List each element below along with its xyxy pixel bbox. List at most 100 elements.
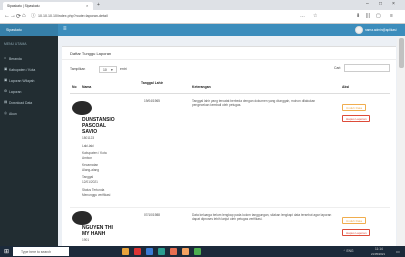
- reload-icon[interactable]: ⟳: [16, 13, 21, 20]
- download-icon: ▤: [4, 100, 8, 104]
- header-divider: [70, 93, 390, 94]
- folder-icon: ▣: [4, 78, 8, 82]
- sidebar-item-akun[interactable]: ◎ Akun: [0, 109, 58, 118]
- user-icon: ◎: [4, 111, 8, 115]
- close-window-icon[interactable]: ×: [392, 1, 395, 7]
- sidebar: MENU UTAMA ⌂ Beranda ▣ Kabupaten / Kota …: [0, 36, 58, 246]
- firefox-icon[interactable]: [170, 248, 177, 255]
- browser-tab[interactable]: Sipaskatu | Sipaskatu ×: [3, 2, 93, 10]
- explorer-icon[interactable]: [182, 248, 189, 255]
- library-icon[interactable]: |||: [366, 13, 370, 19]
- column-header-name[interactable]: Nama: [82, 85, 91, 89]
- taskbar-search[interactable]: Type here to search: [13, 247, 69, 256]
- home-icon: ⌂: [4, 56, 7, 60]
- gear-icon: ⚙: [4, 89, 8, 93]
- address-bar[interactable]: ⓘ 10.10.10.10/index.php?route=laporan-de…: [28, 12, 318, 22]
- browser-toolbar: ← → ⟳ ⌂ ⓘ 10.10.10.10/index.php?route=la…: [0, 10, 405, 24]
- app-icon[interactable]: [194, 248, 201, 255]
- download-button[interactable]: Unduh Data: [342, 217, 366, 224]
- minimize-icon[interactable]: –: [366, 1, 369, 7]
- person-name-line: SAVIO: [82, 129, 98, 135]
- home-icon[interactable]: ⌂: [22, 13, 26, 19]
- person-meta: Alang-alang: [82, 167, 100, 172]
- sidebar-item-label: Kabupaten / Kota: [9, 67, 36, 72]
- column-header-action[interactable]: Aksi: [342, 85, 349, 89]
- sidebar-item-label: Laporan Wilayah: [9, 78, 35, 83]
- sidebar-item-download[interactable]: ▤ Download Data: [0, 98, 58, 107]
- person-photo: [72, 101, 92, 115]
- download-button[interactable]: Unduh Data: [342, 104, 366, 111]
- sidebar-item-label: Laporan: [9, 89, 22, 94]
- page-size-value: 10: [103, 68, 107, 72]
- row-divider: [70, 207, 390, 208]
- column-header-no[interactable]: No: [72, 85, 77, 89]
- page-title: Daftar Tunggu Laporan: [70, 51, 112, 56]
- taskbar-search-placeholder: Type here to search: [21, 249, 51, 254]
- sidebar-heading: MENU UTAMA: [4, 42, 27, 46]
- url-text: 10.10.10.10/index.php?route=laporan-deta…: [38, 14, 108, 18]
- sidebar-item-kabupaten[interactable]: ▣ Kabupaten / Kota: [0, 65, 58, 74]
- user-avatar[interactable]: [355, 26, 363, 34]
- column-header-birthdate[interactable]: Tanggal Lahir: [141, 81, 163, 85]
- remove-button[interactable]: Hapus Laporan: [342, 229, 370, 236]
- report-box: Daftar Tunggu Laporan Tampilkan 10 ▾ ent…: [62, 46, 396, 246]
- person-name-line: MY HANH: [82, 231, 106, 237]
- app-header: Sipaskatu ≡ nama.admin@aplikasi: [0, 24, 405, 36]
- remove-button[interactable]: Hapus Laporan: [342, 115, 370, 122]
- report-note: Tanggal lahir yang tercatat berbeda deng…: [192, 99, 316, 108]
- notification-icon[interactable]: ▭: [396, 249, 400, 254]
- entries-label: entri: [120, 67, 127, 71]
- sidebar-item-beranda[interactable]: ⌂ Beranda: [0, 54, 58, 63]
- birth-date: 19/04/1965: [144, 99, 160, 103]
- person-meta: 1801123: [82, 136, 95, 140]
- close-tab-icon[interactable]: ×: [86, 3, 88, 8]
- os-taskbar: ⊞ Type here to search ⌃ ENG 11:14 21/05/…: [0, 246, 405, 257]
- person-photo: [72, 211, 92, 225]
- app-icon[interactable]: [134, 248, 141, 255]
- page-actions-icon[interactable]: …: [300, 13, 305, 19]
- sidebar-item-label: Beranda: [9, 56, 22, 61]
- brand-logo[interactable]: Sipaskatu: [0, 24, 58, 36]
- birth-date: 07/10/1988: [144, 213, 160, 217]
- brand-name: Sipaskatu: [6, 27, 22, 32]
- report-note: Data keluarga belum lengkap pada kolom t…: [192, 213, 332, 222]
- sidebar-item-label: Download Data: [9, 100, 33, 105]
- clock-time[interactable]: 11:14: [375, 247, 383, 251]
- scrollbar-thumb[interactable]: [398, 38, 404, 68]
- search-label: Cari:: [334, 66, 342, 70]
- remove-button-label: Hapus Laporan: [346, 231, 367, 235]
- download-button-label: Unduh Data: [346, 219, 363, 223]
- menu-icon[interactable]: ≡: [390, 13, 393, 19]
- main-content: Daftar Tunggu Laporan Tampilkan 10 ▾ ent…: [58, 36, 397, 246]
- clock-date[interactable]: 21/05/2021: [371, 252, 385, 256]
- sidebar-item-label: Akun: [9, 111, 17, 116]
- user-name[interactable]: nama.admin@aplikasi: [365, 28, 396, 32]
- folder-icon: ▣: [4, 67, 8, 71]
- new-tab-icon[interactable]: +: [97, 2, 100, 8]
- column-header-note[interactable]: Keterangan: [192, 85, 211, 89]
- search-input[interactable]: [344, 64, 390, 72]
- system-tray[interactable]: ⌃ ENG: [343, 249, 353, 253]
- task-view-icon[interactable]: [122, 248, 129, 255]
- show-label: Tampilkan: [70, 67, 86, 71]
- person-meta: 1901: [82, 238, 90, 242]
- sidebar-item-laporan[interactable]: ⚙ Laporan: [0, 87, 58, 96]
- bookmark-star-icon[interactable]: ☆: [313, 13, 317, 19]
- page-size-select[interactable]: 10 ▾: [99, 66, 117, 73]
- edge-icon[interactable]: [158, 248, 165, 255]
- sidebar-icon[interactable]: ▢: [376, 13, 381, 19]
- person-meta: Ambon: [82, 155, 93, 160]
- app-icon[interactable]: [146, 248, 153, 255]
- chevron-down-icon: ▾: [111, 68, 113, 72]
- remove-button-label: Hapus Laporan: [346, 117, 367, 121]
- download-icon[interactable]: ⬇: [356, 13, 360, 19]
- person-meta: Menunggu verifikasi: [82, 192, 111, 197]
- download-button-label: Unduh Data: [346, 106, 363, 110]
- divider: [62, 59, 396, 60]
- vertical-scrollbar[interactable]: [397, 36, 405, 246]
- windows-start-icon[interactable]: ⊞: [4, 248, 9, 255]
- maximize-icon[interactable]: □: [379, 1, 382, 7]
- sidebar-item-laporan-wilayah[interactable]: ▣ Laporan Wilayah: [0, 76, 58, 85]
- info-icon: ⓘ: [31, 13, 36, 18]
- menu-toggle-icon[interactable]: ≡: [63, 26, 67, 32]
